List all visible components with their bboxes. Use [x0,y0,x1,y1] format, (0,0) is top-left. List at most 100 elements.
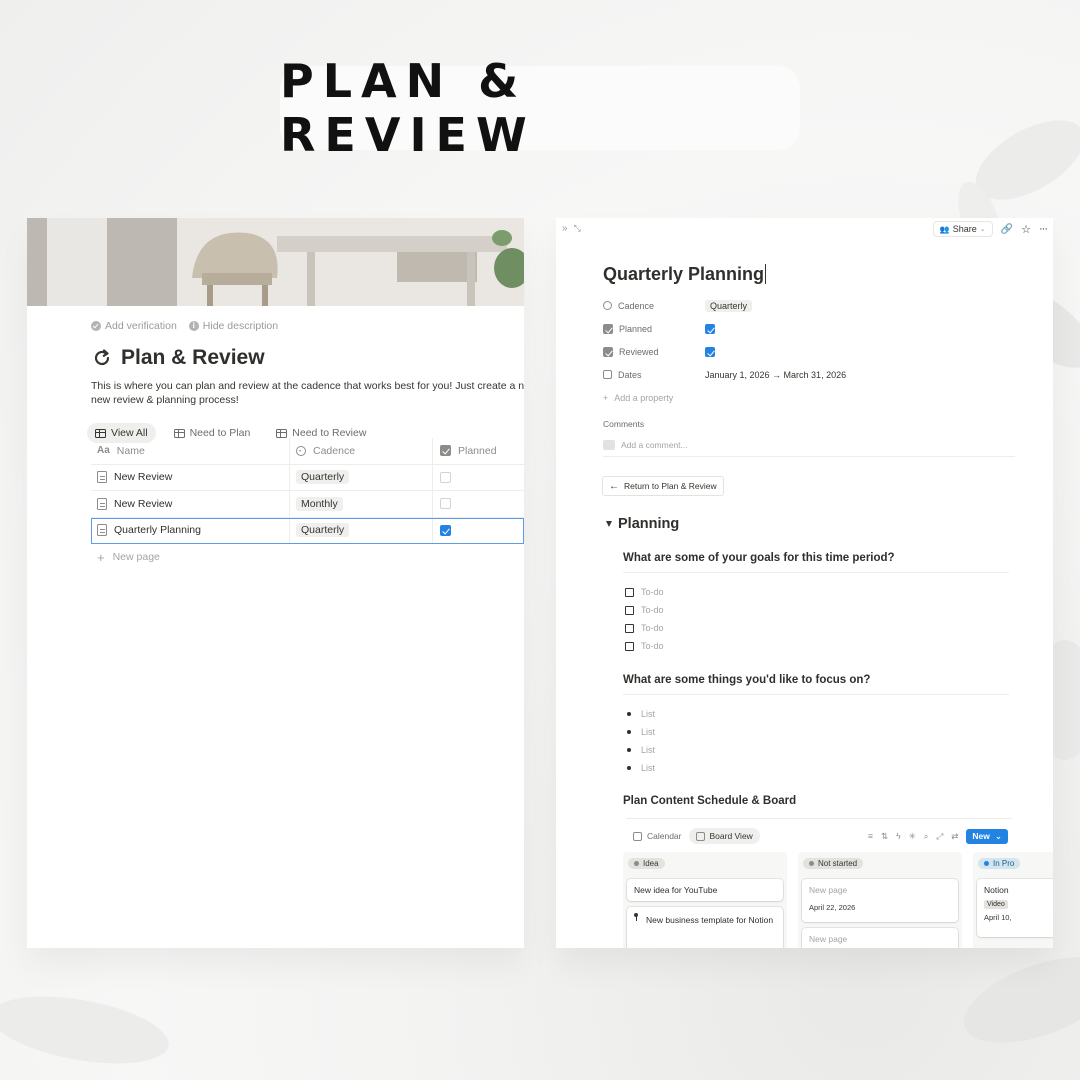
add-verification-label: Add verification [105,320,177,332]
board-card[interactable]: New idea for YouTube [627,879,783,901]
new-page-button[interactable]: + New page [91,544,524,570]
planned-checkbox[interactable] [440,471,451,483]
sort-icon[interactable]: ⇅ [881,831,888,842]
collapse-sidebar-icon[interactable]: » [562,223,568,234]
return-button[interactable]: ← Return to Plan & Review [602,476,724,496]
column-header-label: Name [116,444,145,457]
todo-item[interactable]: To-do [625,641,664,651]
banner-title: PLAN & REVIEW [280,54,536,162]
cadence-tag[interactable]: Quarterly [296,470,350,485]
tab-calendar[interactable]: Calendar [626,828,689,844]
card-date: April 10, [984,913,1012,922]
goals-heading: What are some of your goals for this tim… [623,552,1009,573]
table-row-selected[interactable]: Quarterly Planning Quarterly [91,517,524,544]
filter-icon[interactable]: ≡ [868,831,873,841]
board-column-idea: Idea New idea for YouTube New business t… [623,852,787,948]
description-line-2: new review & planning process! [91,394,239,406]
status-label: In Pro [993,859,1015,868]
list-item[interactable]: List [627,727,655,737]
row-name[interactable]: New Review [114,498,172,510]
expand-icon[interactable]: ⤡ [574,223,581,234]
property-reviewed[interactable]: Reviewed [603,340,1003,363]
star-icon[interactable]: ☆ [1021,223,1031,236]
page-title: Plan & Review [121,346,265,369]
column-header-name[interactable]: Aa Name [91,438,290,464]
dates-value[interactable]: January 1, 2026 → March 31, 2026 [705,370,846,380]
table-row[interactable]: New Review Quarterly [91,464,524,491]
refresh-icon [94,349,110,366]
search-icon[interactable]: ⌕ [924,831,929,842]
property-planned[interactable]: Planned [603,317,1003,340]
list-item[interactable]: List [627,745,655,755]
checkbox-property-icon [603,346,613,357]
more-icon[interactable]: ⇄ [951,831,958,842]
planned-checkbox[interactable] [440,498,451,510]
board-icon [695,831,705,841]
cadence-tag[interactable]: Quarterly [296,523,350,538]
board-card[interactable]: New business template for Notion [627,907,783,948]
card-title: New business template for Notion [646,915,774,925]
expand-icon[interactable]: ⤢ [936,831,943,842]
chevron-down-icon: ⌄ [994,830,1002,841]
link-icon[interactable]: 🔗 [1001,224,1013,235]
property-label: Dates [618,369,642,380]
todo-item[interactable]: To-do [625,623,664,633]
checkbox-property-icon [603,323,613,334]
new-button-label: New [972,831,990,841]
calendar-icon [633,831,642,841]
todo-item[interactable]: To-do [625,587,664,597]
property-label: Reviewed [619,346,659,357]
more-icon[interactable]: ··· [1039,223,1048,235]
planned-checkbox[interactable] [705,323,715,334]
page-icon [97,524,107,537]
board-card[interactable]: New page [802,928,958,948]
list-item[interactable]: List [627,709,655,719]
property-cadence[interactable]: Cadence Quarterly [603,294,1003,317]
planned-checkbox[interactable] [440,524,451,536]
column-header-planned[interactable]: Planned [433,438,524,464]
table-icon [276,428,288,438]
cadence-tag[interactable]: Monthly [296,496,343,511]
column-header-label: Planned [458,444,497,457]
status-label: Idea [643,859,659,868]
todo-item[interactable]: To-do [625,605,664,615]
bullet-icon [627,712,631,716]
share-button[interactable]: 👥 Share ⌄ [932,221,993,237]
todo-text: To-do [641,641,664,651]
board-card[interactable]: Notion Video April 10, [977,879,1053,937]
plus-icon: + [97,549,105,565]
board-card[interactable]: New page April 22, 2026 [802,879,958,922]
table-row[interactable]: New Review Monthly [91,491,524,518]
toggle-triangle-icon[interactable] [606,521,612,527]
card-date: April 22, 2026 [809,903,856,912]
todo-checkbox[interactable] [625,605,634,615]
add-verification-button[interactable]: Add verification [91,320,177,332]
properties-panel: Cadence Quarterly Planned Reviewed Dates… [603,294,1003,409]
cadence-tag[interactable]: Quarterly [705,299,753,312]
loading-icon[interactable]: ✳ [909,831,916,842]
row-name[interactable]: Quarterly Planning [114,524,201,536]
tab-board-view[interactable]: Board View [688,828,760,844]
page-title[interactable]: Quarterly Planning [603,264,767,285]
todo-checkbox[interactable] [625,623,634,633]
hide-description-button[interactable]: i Hide description [188,320,278,332]
add-property-button[interactable]: + Add a property [603,386,1003,409]
select-property-icon [603,301,612,310]
todo-checkbox[interactable] [625,641,634,651]
column-header-cadence[interactable]: Cadence [290,438,433,464]
comment-input[interactable]: Add a comment... [603,437,1015,457]
banner-title-pill: PLAN & REVIEW [280,54,800,162]
planning-toggle-heading[interactable]: Planning [606,516,679,532]
list-item[interactable]: List [627,763,655,773]
row-name[interactable]: New Review [114,471,172,483]
automation-icon[interactable]: ϟ [896,831,901,841]
bullet-icon [627,748,631,752]
todo-checkbox[interactable] [625,587,634,597]
pin-icon [634,913,638,921]
property-dates[interactable]: Dates January 1, 2026 → March 31, 2026 [603,363,1003,386]
todo-text: To-do [641,605,664,615]
new-button[interactable]: New ⌄ [966,828,1008,844]
reviewed-checkbox[interactable] [705,346,715,357]
verified-check-icon [91,321,101,331]
calendar-icon [603,370,612,379]
